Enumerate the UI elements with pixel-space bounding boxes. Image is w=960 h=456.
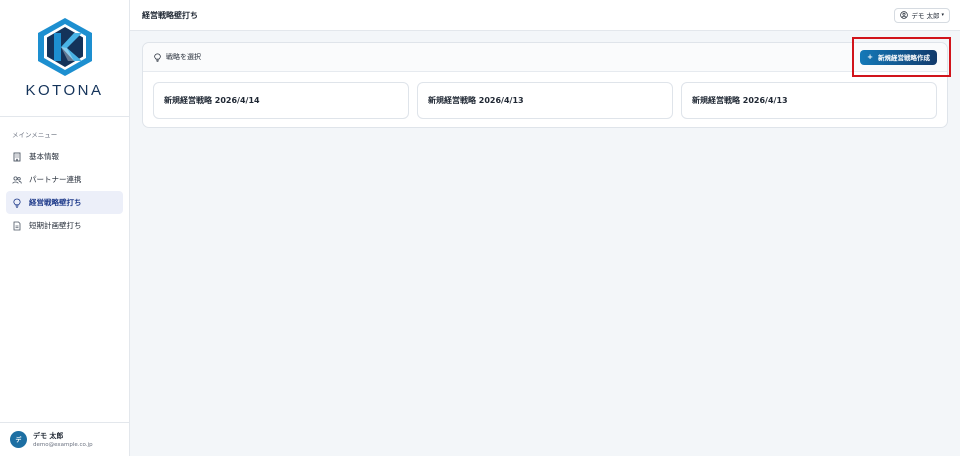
panel-header: 戦略を選択 + 新規経営戦略作成 (143, 43, 947, 72)
panel-title-text: 戦略を選択 (166, 53, 201, 61)
user-menu-button[interactable]: デモ 太郎 ▾ (894, 7, 950, 23)
sidebar-item-label: 基本情報 (29, 152, 59, 161)
strategy-card[interactable]: 新規経営戦略 2026/4/14 (153, 82, 409, 119)
sidebar-item-label: 短期計画壁打ち (29, 221, 82, 230)
document-icon (12, 221, 22, 231)
sidebar-item-label: パートナー連携 (29, 175, 82, 184)
panel-title: 戦略を選択 (153, 52, 201, 62)
users-icon (12, 175, 22, 185)
strategy-select-panel: 戦略を選択 + 新規経営戦略作成 新規経営戦略 2026/4/14 新規経営戦略… (142, 42, 948, 128)
user-email: demo@example.co.jp (33, 442, 93, 448)
sidebar-item-label: 経営戦略壁打ち (29, 198, 82, 207)
user-meta: デモ 太郎 demo@example.co.jp (33, 431, 93, 448)
user-name: デモ 太郎 (33, 432, 64, 440)
lightbulb-icon (12, 198, 22, 208)
kotona-logo-icon[interactable] (37, 18, 92, 76)
user-circle-icon (900, 11, 909, 19)
brand-name: KOTONA (25, 82, 104, 99)
highlight-annotation-box (852, 37, 951, 77)
menu-section-label: メインメニュー (12, 131, 58, 139)
user-menu-label: デモ 太郎 (911, 12, 940, 20)
lightbulb-icon (153, 53, 162, 62)
logo-area: KOTONA (0, 0, 129, 117)
strategy-card[interactable]: 新規経営戦略 2026/4/13 (417, 82, 673, 119)
sidebar-item-strategy[interactable]: 経営戦略壁打ち (6, 191, 123, 214)
sidebar-item-partner[interactable]: パートナー連携 (6, 168, 123, 191)
sidebar-item-short-term-plan[interactable]: 短期計画壁打ち (6, 214, 123, 237)
sidebar-item-basic-info[interactable]: 基本情報 (6, 145, 123, 168)
strategy-card-list: 新規経営戦略 2026/4/14 新規経営戦略 2026/4/13 新規経営戦略… (143, 72, 947, 119)
building-icon (12, 152, 22, 162)
avatar: デ (10, 431, 27, 448)
strategy-card[interactable]: 新規経営戦略 2026/4/13 (681, 82, 937, 119)
sidebar-user-profile[interactable]: デ デモ 太郎 demo@example.co.jp (0, 422, 129, 456)
sidebar-menu: 基本情報 パートナー連携 経営戦略壁打ち 短期計画壁打ち (0, 145, 129, 237)
topbar: 経営戦略壁打ち デモ 太郎 ▾ (130, 0, 960, 31)
chevron-down-icon: ▾ (941, 12, 944, 18)
page-title: 経営戦略壁打ち (142, 10, 198, 20)
sidebar: KOTONA メインメニュー 基本情報 パートナー連携 経営戦略壁打ち 短期計画… (0, 0, 130, 456)
